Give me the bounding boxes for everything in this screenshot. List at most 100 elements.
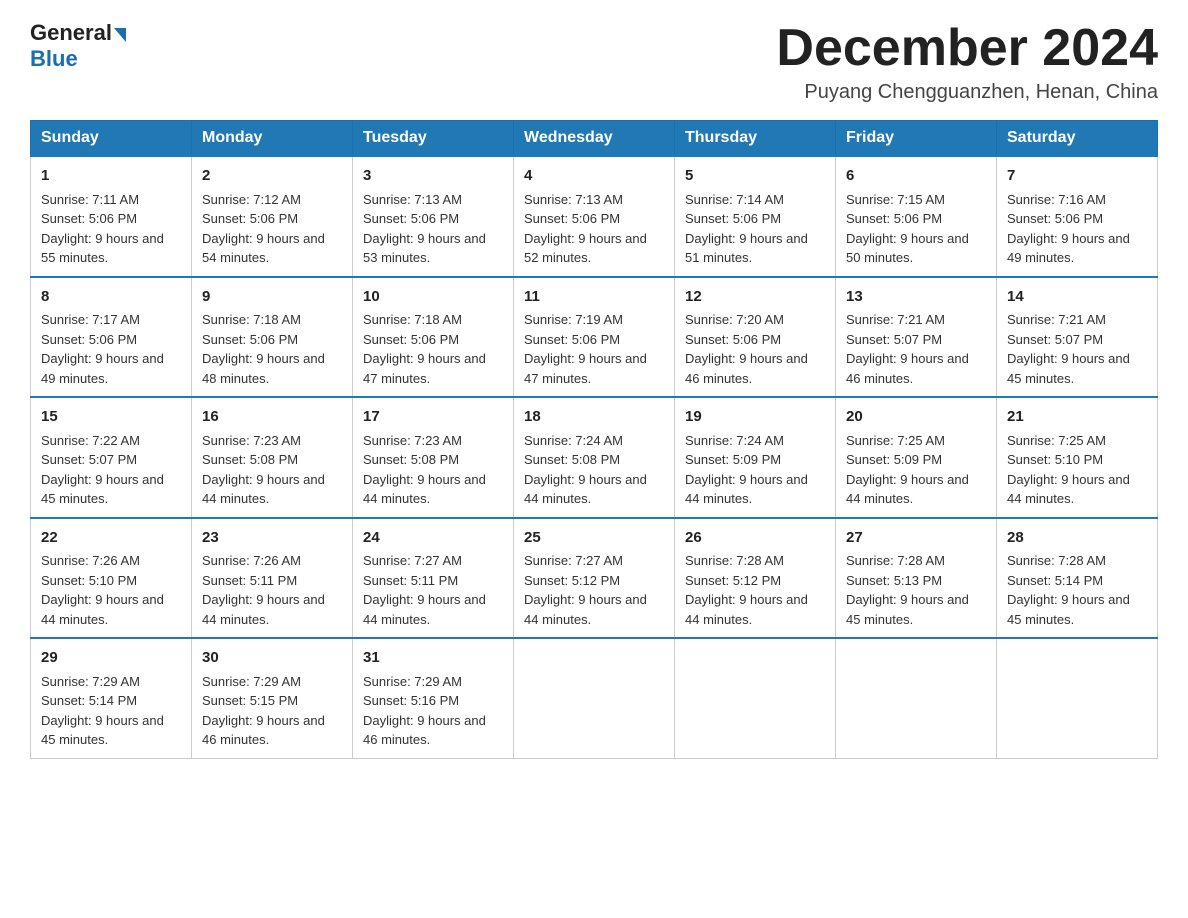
table-row <box>836 638 997 758</box>
logo: General Blue <box>30 20 126 72</box>
day-number: 30 <box>202 647 342 670</box>
table-row: 17 Sunrise: 7:23 AMSunset: 5:08 PMDaylig… <box>353 397 514 518</box>
logo-blue-text: Blue <box>30 46 126 72</box>
day-info: Sunrise: 7:22 AMSunset: 5:07 PMDaylight:… <box>41 433 164 507</box>
day-info: Sunrise: 7:28 AMSunset: 5:12 PMDaylight:… <box>685 553 808 627</box>
table-row: 23 Sunrise: 7:26 AMSunset: 5:11 PMDaylig… <box>192 518 353 639</box>
day-info: Sunrise: 7:29 AMSunset: 5:16 PMDaylight:… <box>363 674 486 748</box>
table-row: 4 Sunrise: 7:13 AMSunset: 5:06 PMDayligh… <box>514 156 675 277</box>
day-info: Sunrise: 7:27 AMSunset: 5:12 PMDaylight:… <box>524 553 647 627</box>
table-row: 6 Sunrise: 7:15 AMSunset: 5:06 PMDayligh… <box>836 156 997 277</box>
day-info: Sunrise: 7:15 AMSunset: 5:06 PMDaylight:… <box>846 192 969 266</box>
week-row-1: 1 Sunrise: 7:11 AMSunset: 5:06 PMDayligh… <box>31 156 1158 277</box>
table-row: 31 Sunrise: 7:29 AMSunset: 5:16 PMDaylig… <box>353 638 514 758</box>
table-row <box>997 638 1158 758</box>
table-row: 8 Sunrise: 7:17 AMSunset: 5:06 PMDayligh… <box>31 277 192 398</box>
day-number: 14 <box>1007 286 1147 309</box>
day-number: 3 <box>363 165 503 188</box>
day-number: 21 <box>1007 406 1147 429</box>
day-info: Sunrise: 7:14 AMSunset: 5:06 PMDaylight:… <box>685 192 808 266</box>
table-row: 30 Sunrise: 7:29 AMSunset: 5:15 PMDaylig… <box>192 638 353 758</box>
day-info: Sunrise: 7:19 AMSunset: 5:06 PMDaylight:… <box>524 312 647 386</box>
day-number: 24 <box>363 527 503 550</box>
day-info: Sunrise: 7:18 AMSunset: 5:06 PMDaylight:… <box>202 312 325 386</box>
day-number: 4 <box>524 165 664 188</box>
table-row: 18 Sunrise: 7:24 AMSunset: 5:08 PMDaylig… <box>514 397 675 518</box>
day-number: 31 <box>363 647 503 670</box>
day-info: Sunrise: 7:20 AMSunset: 5:06 PMDaylight:… <box>685 312 808 386</box>
month-title: December 2024 <box>776 20 1158 77</box>
day-info: Sunrise: 7:25 AMSunset: 5:10 PMDaylight:… <box>1007 433 1130 507</box>
col-tuesday: Tuesday <box>353 121 514 157</box>
table-row <box>675 638 836 758</box>
day-number: 6 <box>846 165 986 188</box>
calendar-table: Sunday Monday Tuesday Wednesday Thursday… <box>30 120 1158 759</box>
location-subtitle: Puyang Chengguanzhen, Henan, China <box>776 81 1158 104</box>
day-number: 10 <box>363 286 503 309</box>
table-row: 28 Sunrise: 7:28 AMSunset: 5:14 PMDaylig… <box>997 518 1158 639</box>
table-row: 7 Sunrise: 7:16 AMSunset: 5:06 PMDayligh… <box>997 156 1158 277</box>
table-row: 13 Sunrise: 7:21 AMSunset: 5:07 PMDaylig… <box>836 277 997 398</box>
day-info: Sunrise: 7:17 AMSunset: 5:06 PMDaylight:… <box>41 312 164 386</box>
day-number: 12 <box>685 286 825 309</box>
day-number: 25 <box>524 527 664 550</box>
table-row: 1 Sunrise: 7:11 AMSunset: 5:06 PMDayligh… <box>31 156 192 277</box>
day-info: Sunrise: 7:21 AMSunset: 5:07 PMDaylight:… <box>846 312 969 386</box>
day-info: Sunrise: 7:18 AMSunset: 5:06 PMDaylight:… <box>363 312 486 386</box>
table-row: 12 Sunrise: 7:20 AMSunset: 5:06 PMDaylig… <box>675 277 836 398</box>
day-number: 5 <box>685 165 825 188</box>
col-saturday: Saturday <box>997 121 1158 157</box>
day-number: 13 <box>846 286 986 309</box>
day-info: Sunrise: 7:29 AMSunset: 5:15 PMDaylight:… <box>202 674 325 748</box>
table-row: 16 Sunrise: 7:23 AMSunset: 5:08 PMDaylig… <box>192 397 353 518</box>
day-number: 28 <box>1007 527 1147 550</box>
day-info: Sunrise: 7:12 AMSunset: 5:06 PMDaylight:… <box>202 192 325 266</box>
week-row-3: 15 Sunrise: 7:22 AMSunset: 5:07 PMDaylig… <box>31 397 1158 518</box>
day-number: 23 <box>202 527 342 550</box>
day-number: 26 <box>685 527 825 550</box>
table-row: 19 Sunrise: 7:24 AMSunset: 5:09 PMDaylig… <box>675 397 836 518</box>
day-info: Sunrise: 7:27 AMSunset: 5:11 PMDaylight:… <box>363 553 486 627</box>
table-row: 20 Sunrise: 7:25 AMSunset: 5:09 PMDaylig… <box>836 397 997 518</box>
day-info: Sunrise: 7:24 AMSunset: 5:09 PMDaylight:… <box>685 433 808 507</box>
col-wednesday: Wednesday <box>514 121 675 157</box>
day-number: 7 <box>1007 165 1147 188</box>
table-row: 22 Sunrise: 7:26 AMSunset: 5:10 PMDaylig… <box>31 518 192 639</box>
table-row: 25 Sunrise: 7:27 AMSunset: 5:12 PMDaylig… <box>514 518 675 639</box>
table-row <box>514 638 675 758</box>
day-number: 15 <box>41 406 181 429</box>
day-info: Sunrise: 7:25 AMSunset: 5:09 PMDaylight:… <box>846 433 969 507</box>
week-row-4: 22 Sunrise: 7:26 AMSunset: 5:10 PMDaylig… <box>31 518 1158 639</box>
table-row: 10 Sunrise: 7:18 AMSunset: 5:06 PMDaylig… <box>353 277 514 398</box>
col-sunday: Sunday <box>31 121 192 157</box>
col-thursday: Thursday <box>675 121 836 157</box>
day-number: 17 <box>363 406 503 429</box>
day-info: Sunrise: 7:28 AMSunset: 5:14 PMDaylight:… <box>1007 553 1130 627</box>
col-monday: Monday <box>192 121 353 157</box>
table-row: 11 Sunrise: 7:19 AMSunset: 5:06 PMDaylig… <box>514 277 675 398</box>
table-row: 29 Sunrise: 7:29 AMSunset: 5:14 PMDaylig… <box>31 638 192 758</box>
week-row-5: 29 Sunrise: 7:29 AMSunset: 5:14 PMDaylig… <box>31 638 1158 758</box>
day-info: Sunrise: 7:26 AMSunset: 5:10 PMDaylight:… <box>41 553 164 627</box>
day-number: 8 <box>41 286 181 309</box>
logo-general-text: General <box>30 20 112 46</box>
title-block: December 2024 Puyang Chengguanzhen, Hena… <box>776 20 1158 104</box>
day-number: 16 <box>202 406 342 429</box>
table-row: 9 Sunrise: 7:18 AMSunset: 5:06 PMDayligh… <box>192 277 353 398</box>
table-row: 15 Sunrise: 7:22 AMSunset: 5:07 PMDaylig… <box>31 397 192 518</box>
day-number: 9 <box>202 286 342 309</box>
day-info: Sunrise: 7:21 AMSunset: 5:07 PMDaylight:… <box>1007 312 1130 386</box>
table-row: 24 Sunrise: 7:27 AMSunset: 5:11 PMDaylig… <box>353 518 514 639</box>
table-row: 21 Sunrise: 7:25 AMSunset: 5:10 PMDaylig… <box>997 397 1158 518</box>
table-row: 27 Sunrise: 7:28 AMSunset: 5:13 PMDaylig… <box>836 518 997 639</box>
day-info: Sunrise: 7:24 AMSunset: 5:08 PMDaylight:… <box>524 433 647 507</box>
day-number: 2 <box>202 165 342 188</box>
day-info: Sunrise: 7:26 AMSunset: 5:11 PMDaylight:… <box>202 553 325 627</box>
day-number: 19 <box>685 406 825 429</box>
day-number: 18 <box>524 406 664 429</box>
table-row: 5 Sunrise: 7:14 AMSunset: 5:06 PMDayligh… <box>675 156 836 277</box>
day-info: Sunrise: 7:23 AMSunset: 5:08 PMDaylight:… <box>363 433 486 507</box>
day-number: 20 <box>846 406 986 429</box>
header-row: Sunday Monday Tuesday Wednesday Thursday… <box>31 121 1158 157</box>
day-info: Sunrise: 7:28 AMSunset: 5:13 PMDaylight:… <box>846 553 969 627</box>
